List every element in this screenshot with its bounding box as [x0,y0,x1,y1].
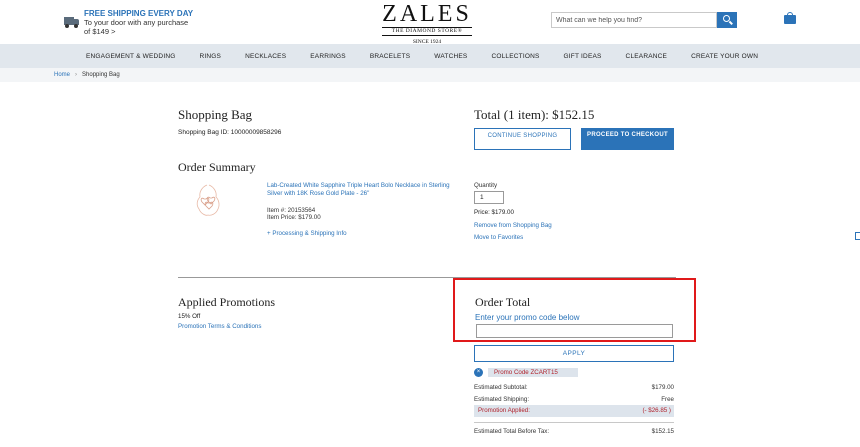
search-bar [551,12,737,28]
summary-label: Estimated Total Before Tax: [474,428,550,435]
estimated-shipping-row: Estimated Shipping: Free [474,396,674,403]
order-summary-title: Order Summary [178,160,256,174]
nav-clearance[interactable]: CLEARANCE [626,53,668,60]
estimated-total-row: Estimated Total Before Tax: $152.15 [474,428,674,435]
page-title: Shopping Bag [178,107,253,122]
free-shipping-banner[interactable]: FREE SHIPPING EVERY DAY To your door wit… [64,9,193,36]
summary-divider [474,422,674,423]
search-button[interactable] [717,12,737,28]
quantity-input[interactable] [474,191,504,204]
breadcrumb: Home › Shopping Bag [0,68,860,82]
processing-shipping-info-link[interactable]: + Processing & Shipping Info [267,230,347,237]
product-name-link[interactable]: Lab-Created White Sapphire Triple Heart … [267,182,462,198]
promo-code-prompt: Enter your promo code below [475,313,580,322]
proceed-to-checkout-button[interactable]: PROCEED TO CHECKOUT [581,128,674,150]
nav-collections[interactable]: COLLECTIONS [491,53,539,60]
promo-code-tag: Promo Code ZCART15 [488,368,578,377]
shipping-headline: FREE SHIPPING EVERY DAY [84,9,194,18]
product-image[interactable] [193,184,223,218]
search-input[interactable] [551,12,717,28]
nav-rings[interactable]: RINGS [199,53,221,60]
shipping-threshold-link[interactable]: of $149 > [84,27,193,36]
summary-value: (- $26.85 ) [642,407,671,414]
order-total-title: Order Total [475,295,531,309]
promotion-terms-link[interactable]: Promotion Terms & Conditions [178,323,261,330]
main-nav: ENGAGEMENT & WEDDING RINGS NECKLACES EAR… [0,44,860,68]
breadcrumb-home[interactable]: Home [54,72,70,78]
summary-label: Estimated Shipping: [474,396,530,403]
line-price: Price: $179.00 [474,209,514,216]
bag-id: Shopping Bag ID: 10000009858296 [178,129,282,136]
nav-gift-ideas[interactable]: GIFT IDEAS [564,53,602,60]
summary-label: Promotion Applied: [478,407,530,414]
summary-value: $179.00 [651,384,674,391]
logo-tagline: THE DIAMOND STORE® [382,27,472,36]
feedback-tab-icon[interactable] [855,232,860,240]
product-item-price: Item Price: $179.00 [267,214,321,221]
summary-label: Estimated Subtotal: [474,384,528,391]
quantity-label: Quantity [474,182,498,189]
product-item-number: Item #: 20153564 [267,207,316,214]
shopping-bag-icon[interactable] [784,12,796,24]
move-to-favorites-link[interactable]: Move to Favorites [474,234,523,241]
breadcrumb-separator: › [75,72,78,78]
site-header: FREE SHIPPING EVERY DAY To your door wit… [0,0,860,45]
remove-promo-icon[interactable]: × [474,368,483,377]
logo-wordmark: ZALES [382,1,472,27]
nav-engagement-wedding[interactable]: ENGAGEMENT & WEDDING [86,53,175,60]
promotion-applied-row: Promotion Applied: (- $26.85 ) [474,405,674,417]
applied-promo-chip: × Promo Code ZCART15 [474,368,578,377]
apply-promo-button[interactable]: APPLY [474,345,674,362]
nav-create-your-own[interactable]: CREATE YOUR OWN [691,53,758,60]
nav-watches[interactable]: WATCHES [434,53,467,60]
zales-logo[interactable]: ZALES THE DIAMOND STORE® SINCE 1924 [378,2,476,45]
bag-total-title: Total (1 item): $152.15 [474,107,595,122]
nav-bracelets[interactable]: BRACELETS [370,53,410,60]
nav-earrings[interactable]: EARRINGS [310,53,346,60]
continue-shopping-button[interactable]: CONTINUE SHOPPING [474,128,571,150]
promo-code-input[interactable] [476,324,673,338]
summary-value: Free [661,396,674,403]
breadcrumb-current: Shopping Bag [82,72,120,78]
promotion-percent: 15% Off [178,313,201,320]
truck-icon [64,17,80,28]
estimated-subtotal-row: Estimated Subtotal: $179.00 [474,384,674,391]
nav-necklaces[interactable]: NECKLACES [245,53,286,60]
summary-value: $152.15 [651,428,674,435]
shipping-subtext: To your door with any purchase [84,18,189,27]
remove-from-bag-link[interactable]: Remove from Shopping Bag [474,222,552,229]
applied-promotions-title: Applied Promotions [178,295,276,309]
